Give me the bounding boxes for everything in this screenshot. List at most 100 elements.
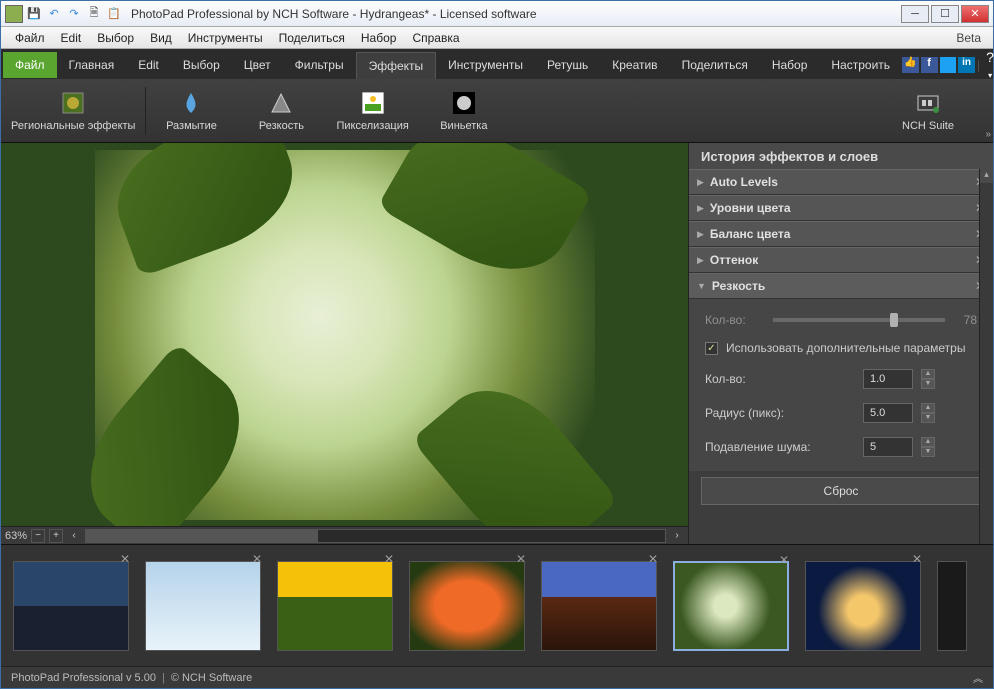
like-icon[interactable]: 👍 (902, 57, 919, 73)
help-icon[interactable]: ? (982, 49, 994, 81)
close-thumb-icon[interactable]: ✕ (120, 552, 130, 566)
zoom-out-button[interactable]: − (31, 529, 45, 543)
clipboard-icon[interactable]: 📋 (105, 5, 123, 23)
tab-configure[interactable]: Настроить (819, 52, 902, 78)
radius-spinner[interactable]: ▲▼ (921, 403, 935, 423)
expand-toolbar-icon[interactable]: » (985, 129, 991, 140)
layer-auto-levels[interactable]: ▶ Auto Levels ✕ (689, 169, 993, 195)
tab-share[interactable]: Поделиться (670, 52, 760, 78)
close-thumb-icon[interactable]: ✕ (779, 553, 789, 567)
window-title: PhotoPad Professional by NCH Software - … (131, 7, 901, 21)
close-thumb-icon[interactable]: ✕ (252, 552, 262, 566)
horizontal-scrollbar[interactable] (85, 529, 666, 543)
save-icon[interactable]: 💾 (25, 5, 43, 23)
tab-effects[interactable]: Эффекты (356, 52, 437, 79)
layers-list: ▶ Auto Levels ✕ ▶ Уровни цвета ✕ ▶ Балан… (689, 169, 993, 544)
menu-suite[interactable]: Набор (353, 29, 405, 47)
tab-filters[interactable]: Фильтры (283, 52, 356, 78)
layer-color-balance[interactable]: ▶ Баланс цвета ✕ (689, 221, 993, 247)
effects-toolbar: Региональные эффекты Размытие Резкость П… (1, 79, 993, 143)
tab-file[interactable]: Файл (3, 52, 57, 78)
status-version: v 5.00 (126, 672, 156, 684)
maximize-button[interactable]: ☐ (931, 5, 959, 23)
tab-color[interactable]: Цвет (232, 52, 283, 78)
expand-icon: ▶ (697, 229, 704, 240)
zoom-level: 63% (5, 530, 27, 542)
thumbnail-selected[interactable]: ✕ (673, 561, 789, 651)
tool-label: Региональные эффекты (11, 120, 135, 132)
menu-select[interactable]: Выбор (89, 29, 142, 47)
scroll-up-arrow[interactable]: ▴ (980, 169, 993, 183)
zoom-bar: 63% − + ‹ › (1, 526, 688, 544)
layer-sharpen[interactable]: ▼ Резкость ✕ (689, 273, 993, 299)
tool-regional-effects[interactable]: Региональные эффекты (1, 86, 145, 136)
tab-edit[interactable]: Edit (126, 52, 171, 78)
thumbnail[interactable]: ✕ (805, 561, 921, 651)
layer-label: Auto Levels (710, 175, 778, 189)
thumbnail[interactable]: ✕ (409, 561, 525, 651)
tab-tools[interactable]: Инструменты (436, 52, 535, 78)
advanced-label: Использовать дополнительные параметры (726, 341, 965, 355)
image-content (95, 150, 595, 520)
twitter-icon[interactable] (940, 57, 957, 73)
title-bar: 💾 ↶ ↷ 🗎 📋 PhotoPad Professional by NCH S… (1, 1, 993, 27)
menu-file[interactable]: Файл (7, 29, 53, 47)
layer-hue[interactable]: ▶ Оттенок ✕ (689, 247, 993, 273)
app-icon (5, 5, 23, 23)
effects-history-panel: История эффектов и слоев ▶ Auto Levels ✕… (688, 143, 993, 544)
image-canvas[interactable] (1, 143, 688, 526)
tool-vignette[interactable]: Виньетка (419, 86, 509, 136)
menu-view[interactable]: Вид (142, 29, 180, 47)
tool-nch-suite[interactable]: NCH Suite (883, 86, 973, 136)
layer-color-levels[interactable]: ▶ Уровни цвета ✕ (689, 195, 993, 221)
menu-edit[interactable]: Edit (53, 29, 90, 47)
tab-retouch[interactable]: Ретушь (535, 52, 600, 78)
scroll-left-arrow[interactable]: ‹ (67, 530, 81, 541)
thumbnail[interactable] (937, 561, 967, 651)
redo-icon[interactable]: ↷ (65, 5, 83, 23)
radius-input[interactable] (863, 403, 913, 423)
tool-sharpen[interactable]: Резкость (236, 86, 326, 136)
tool-pixelate[interactable]: Пикселизация (326, 86, 418, 136)
menu-help[interactable]: Справка (404, 29, 467, 47)
facebook-icon[interactable]: f (921, 57, 938, 73)
undo-icon[interactable]: ↶ (45, 5, 63, 23)
thumbnail[interactable]: ✕ (145, 561, 261, 651)
tool-label: Виньетка (440, 120, 487, 132)
close-thumb-icon[interactable]: ✕ (912, 552, 922, 566)
document-icon[interactable]: 🗎 (85, 5, 103, 23)
zoom-in-button[interactable]: + (49, 529, 63, 543)
menu-share[interactable]: Поделиться (271, 29, 353, 47)
app-window: 💾 ↶ ↷ 🗎 📋 PhotoPad Professional by NCH S… (0, 0, 994, 689)
thumbnail[interactable]: ✕ (13, 561, 129, 651)
amount2-spinner[interactable]: ▲▼ (921, 369, 935, 389)
tab-creative[interactable]: Креатив (600, 52, 669, 78)
noise-input[interactable] (863, 437, 913, 457)
menu-tools[interactable]: Инструменты (180, 29, 271, 47)
amount2-input[interactable] (863, 369, 913, 389)
tool-blur[interactable]: Размытие (146, 86, 236, 136)
close-thumb-icon[interactable]: ✕ (384, 552, 394, 566)
close-thumb-icon[interactable]: ✕ (648, 552, 658, 566)
close-thumb-icon[interactable]: ✕ (516, 552, 526, 566)
chevron-up-icon[interactable]: ︽ (973, 670, 983, 685)
close-button[interactable]: ✕ (961, 5, 989, 23)
sharpen-settings: Кол-во: 78 ✓ Использовать дополнительные… (689, 299, 993, 471)
amount-slider[interactable] (773, 318, 945, 322)
panel-title: История эффектов и слоев (689, 143, 993, 169)
divider: | (977, 58, 980, 72)
status-bar: PhotoPad Professional v 5.00 | © NCH Sof… (1, 666, 993, 688)
status-product: PhotoPad Professional (11, 672, 123, 684)
scroll-right-arrow[interactable]: › (670, 530, 684, 541)
tab-select[interactable]: Выбор (171, 52, 232, 78)
tab-home[interactable]: Главная (57, 52, 127, 78)
thumbnail[interactable]: ✕ (277, 561, 393, 651)
thumbnail[interactable]: ✕ (541, 561, 657, 651)
tab-suite[interactable]: Набор (760, 52, 820, 78)
advanced-checkbox[interactable]: ✓ (705, 342, 718, 355)
minimize-button[interactable]: ─ (901, 5, 929, 23)
vertical-scrollbar[interactable]: ▴ (979, 169, 993, 544)
reset-button[interactable]: Сброс (701, 477, 981, 505)
linkedin-icon[interactable]: in (958, 57, 975, 73)
noise-spinner[interactable]: ▲▼ (921, 437, 935, 457)
